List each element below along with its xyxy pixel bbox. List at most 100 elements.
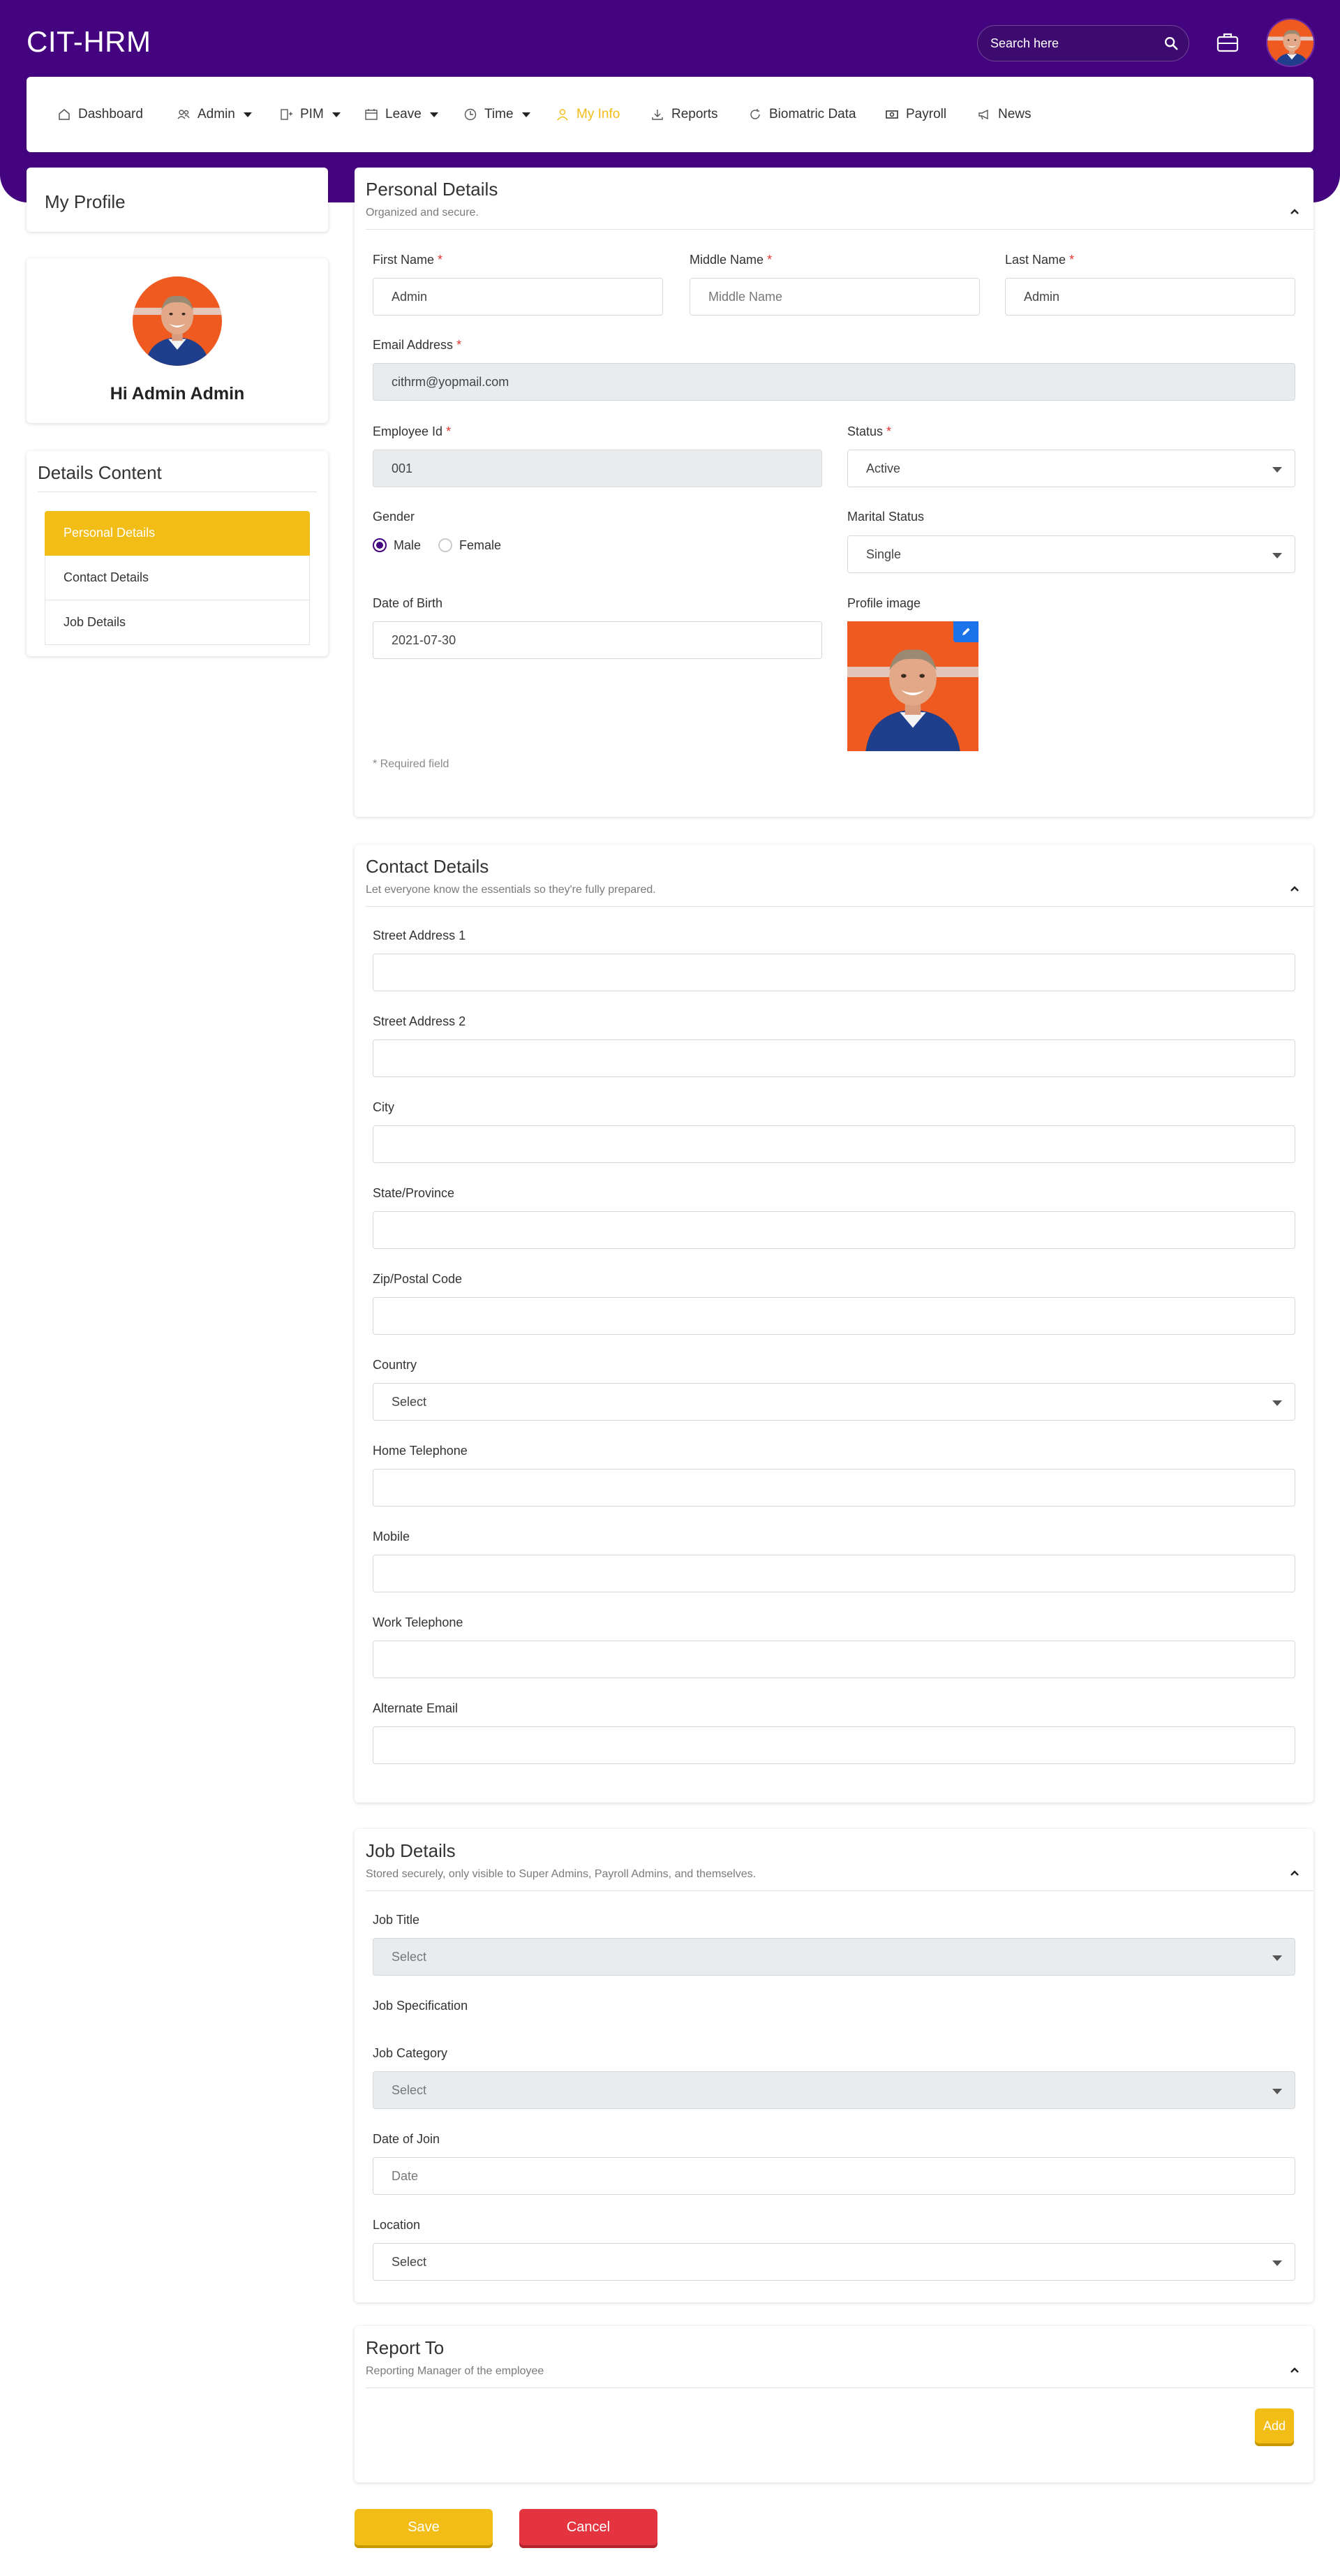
job-title-label: Job Title xyxy=(373,1913,420,1927)
divider xyxy=(366,229,1313,230)
required-note: * Required field xyxy=(373,758,449,770)
job-details-section: Job Details Stored securely, only visibl… xyxy=(355,1829,1313,2302)
marital-status-select[interactable]: Single xyxy=(847,535,1295,573)
chevron-down-icon xyxy=(1272,2260,1282,2266)
alt-email-field[interactable] xyxy=(373,1726,1295,1764)
job-category-select[interactable]: Select xyxy=(373,2071,1295,2109)
email-field[interactable]: cithrm@yopmail.com xyxy=(373,363,1295,401)
nav-admin[interactable]: Admin xyxy=(177,77,252,152)
work-phone-label: Work Telephone xyxy=(373,1615,463,1629)
nav-reports-label: Reports xyxy=(671,107,718,121)
refresh-icon xyxy=(750,109,760,119)
home-icon xyxy=(59,109,70,120)
sidebar-item-contact-details[interactable]: Contact Details xyxy=(45,556,310,600)
chevron-up-icon[interactable] xyxy=(1288,1867,1301,1879)
chevron-down-icon xyxy=(1272,1955,1282,1961)
zip-field[interactable] xyxy=(373,1297,1295,1335)
country-select[interactable]: Select xyxy=(373,1383,1295,1421)
status-label: Status * xyxy=(847,424,892,438)
briefcase-icon[interactable] xyxy=(1216,31,1240,54)
nav-reports[interactable]: Reports xyxy=(650,77,718,152)
gender-female-label: Female xyxy=(459,538,502,552)
chevron-down-icon xyxy=(332,112,341,117)
report-to-title: Report To xyxy=(366,2337,445,2358)
chevron-down-icon xyxy=(1272,553,1282,558)
country-label: Country xyxy=(373,1358,417,1372)
search-box[interactable] xyxy=(977,25,1189,61)
add-report-to-button[interactable]: Add xyxy=(1255,2408,1294,2443)
search-input[interactable] xyxy=(990,26,1158,61)
gender-male-radio[interactable] xyxy=(373,538,387,552)
chevron-up-icon[interactable] xyxy=(1288,2364,1301,2376)
chevron-down-icon xyxy=(521,112,530,117)
state-label: State/Province xyxy=(373,1186,455,1200)
chevron-down-icon xyxy=(1272,467,1282,473)
city-field[interactable] xyxy=(373,1125,1295,1163)
user-avatar[interactable] xyxy=(1266,18,1315,67)
app-logo[interactable]: CIT-HRM xyxy=(27,25,151,59)
download-icon xyxy=(652,110,663,120)
my-profile-title: My Profile xyxy=(45,191,126,212)
personal-details-section: Personal Details Organized and secure. F… xyxy=(355,168,1313,817)
greeting-text: Hi Admin Admin xyxy=(110,384,245,404)
divider xyxy=(366,906,1313,907)
megaphone-icon xyxy=(978,109,988,120)
edit-icon[interactable] xyxy=(953,621,978,642)
employee-id-label: Employee Id * xyxy=(373,424,452,438)
street2-field[interactable] xyxy=(373,1039,1295,1077)
sidebar-item-job-details[interactable]: Job Details xyxy=(45,600,310,645)
last-name-label: Last Name * xyxy=(1005,253,1075,267)
middle-name-label: Middle Name * xyxy=(690,253,773,267)
mobile-field[interactable] xyxy=(373,1555,1295,1592)
nav-biomatric-data[interactable]: Biomatric Data xyxy=(748,77,856,152)
user-icon xyxy=(557,109,568,121)
gender-female-radio[interactable] xyxy=(438,538,452,552)
search-icon[interactable] xyxy=(1163,36,1179,51)
job-spec-label: Job Specification xyxy=(373,1999,468,2013)
profile-summary-card: Hi Admin Admin xyxy=(27,258,328,423)
nav-payroll[interactable]: Payroll xyxy=(885,77,946,152)
profile-image-label: Profile image xyxy=(847,596,921,610)
state-field[interactable] xyxy=(373,1211,1295,1249)
nav-time[interactable]: Time xyxy=(463,77,530,152)
marital-status-value: Single xyxy=(866,547,902,561)
nav-pim[interactable]: PIM xyxy=(279,77,341,152)
job-details-title: Job Details xyxy=(366,1840,456,1861)
date-join-label: Date of Join xyxy=(373,2132,440,2146)
chevron-up-icon[interactable] xyxy=(1288,882,1301,895)
users-icon xyxy=(177,110,190,119)
location-select[interactable]: Select xyxy=(373,2243,1295,2281)
job-title-select[interactable]: Select xyxy=(373,1938,1295,1976)
personal-details-title: Personal Details xyxy=(366,179,498,200)
home-phone-field[interactable] xyxy=(373,1469,1295,1507)
personal-details-subtitle: Organized and secure. xyxy=(366,207,479,219)
work-phone-field[interactable] xyxy=(373,1641,1295,1678)
nav-news[interactable]: News xyxy=(977,77,1032,152)
sidebar-item-personal-details[interactable]: Personal Details xyxy=(45,511,310,556)
cancel-button[interactable]: Cancel xyxy=(519,2509,657,2545)
chevron-down-icon xyxy=(243,112,252,117)
home-phone-label: Home Telephone xyxy=(373,1444,468,1458)
nav-dashboard[interactable]: Dashboard xyxy=(57,77,143,152)
first-name-field[interactable]: Admin xyxy=(373,278,663,316)
nav-payroll-label: Payroll xyxy=(906,107,947,121)
chevron-up-icon[interactable] xyxy=(1288,205,1301,218)
divider xyxy=(38,491,317,492)
street1-field[interactable] xyxy=(373,954,1295,991)
nav-leave[interactable]: Leave xyxy=(364,77,438,152)
middle-name-field[interactable]: Middle Name xyxy=(690,278,980,316)
dob-field[interactable]: 2021-07-30 xyxy=(373,621,822,659)
last-name-field[interactable]: Admin xyxy=(1005,278,1295,316)
employee-id-field[interactable]: 001 xyxy=(373,450,822,487)
date-join-field[interactable]: Date xyxy=(373,2157,1295,2195)
status-select[interactable]: Active xyxy=(847,450,1295,487)
marital-status-label: Marital Status xyxy=(847,510,925,524)
report-to-section: Report To Reporting Manager of the emplo… xyxy=(355,2326,1313,2482)
profile-image-upload[interactable] xyxy=(847,621,978,751)
gender-label: Gender xyxy=(373,510,415,524)
street2-label: Street Address 2 xyxy=(373,1014,466,1028)
chevron-down-icon xyxy=(1272,1400,1282,1406)
save-button[interactable]: Save xyxy=(355,2509,493,2545)
nav-my-info[interactable]: My Info xyxy=(556,77,620,152)
first-name-label: First Name * xyxy=(373,253,443,267)
